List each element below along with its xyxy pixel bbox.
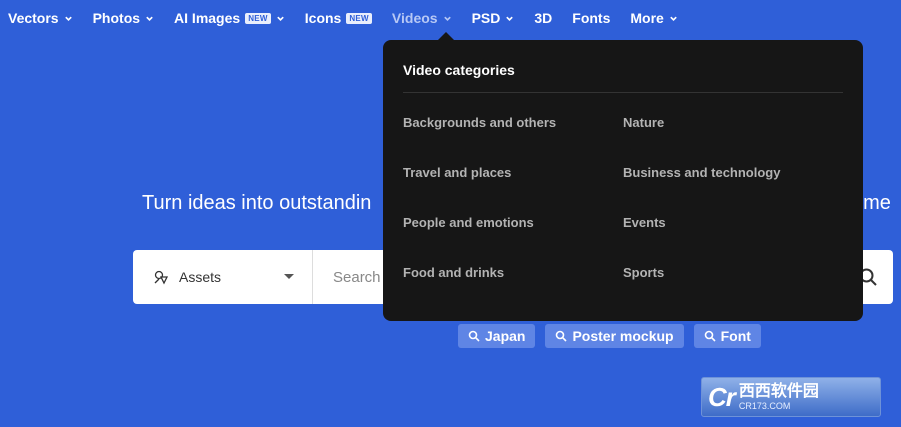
hero-title-left: Turn ideas into outstandin: [142, 192, 372, 214]
tag-japan[interactable]: Japan: [458, 324, 536, 348]
nav-item-label: Videos: [391, 10, 438, 26]
top-nav: Vectors Photos AI Images NEW Icons NEW V…: [0, 0, 901, 36]
watermark-mark: Cr: [708, 381, 736, 412]
chevron-down-icon: [276, 16, 284, 21]
watermark-brand: 西西软件园: [738, 382, 819, 400]
nav-item-fonts[interactable]: Fonts: [572, 10, 610, 26]
nav-item-label: 3D: [534, 10, 553, 26]
video-categories-dropdown: Video categories Backgrounds and others …: [383, 40, 863, 321]
asset-select-label: Assets: [179, 269, 222, 285]
divider: [403, 92, 843, 93]
category-link[interactable]: Backgrounds and others: [403, 115, 623, 165]
chevron-down-icon: [146, 16, 153, 21]
new-badge: NEW: [245, 12, 271, 24]
category-link[interactable]: Business and technology: [623, 165, 843, 215]
category-link[interactable]: Events: [623, 215, 843, 265]
search-icon: [468, 330, 480, 342]
nav-item-more[interactable]: More: [630, 10, 677, 26]
category-link[interactable]: Travel and places: [403, 165, 623, 215]
nav-item-photos[interactable]: Photos: [93, 10, 154, 26]
chevron-down-icon: [506, 16, 514, 21]
nav-item-icons[interactable]: Icons NEW: [305, 10, 372, 26]
search-icon: [556, 330, 568, 342]
nav-item-label: AI Images: [174, 10, 241, 26]
tag-label: Font: [720, 328, 751, 344]
dropdown-title: Video categories: [403, 62, 515, 78]
assets-icon: [154, 270, 169, 285]
nav-item-3d[interactable]: 3D: [534, 10, 552, 26]
tag-label: Poster mockup: [572, 328, 674, 344]
search-icon: [704, 330, 716, 342]
watermark-logo: Cr 西西软件园 CR173.COM: [701, 377, 881, 417]
tag-font[interactable]: Font: [693, 324, 761, 348]
category-link[interactable]: People and emotions: [403, 215, 623, 265]
nav-item-videos[interactable]: Videos: [392, 10, 452, 26]
nav-item-label: Icons: [304, 10, 342, 26]
nav-item-label: Vectors: [8, 10, 59, 26]
watermark-url: CR173.COM: [738, 400, 791, 411]
nav-item-label: PSD: [471, 10, 501, 26]
caret-down-icon: [284, 274, 294, 279]
tag-label: Japan: [485, 328, 526, 344]
watermark-text: 西西软件园 CR173.COM: [738, 382, 819, 411]
nav-item-label: Fonts: [572, 10, 611, 26]
nav-item-vectors[interactable]: Vectors: [8, 10, 73, 26]
category-link[interactable]: Sports: [623, 265, 843, 315]
category-link[interactable]: Nature: [623, 115, 843, 165]
chevron-down-icon: [443, 16, 451, 21]
nav-item-label: More: [630, 10, 664, 26]
chevron-down-icon: [64, 16, 72, 21]
category-grid: Backgrounds and others Nature Travel and…: [403, 115, 843, 315]
popular-tags: Japan Poster mockup Font: [458, 324, 761, 348]
asset-type-select[interactable]: Assets: [133, 250, 313, 304]
dropdown-caret: [438, 32, 454, 40]
new-badge: NEW: [346, 12, 372, 24]
chevron-down-icon: [670, 16, 677, 21]
nav-item-label: Photos: [92, 10, 141, 26]
nav-item-psd[interactable]: PSD: [472, 10, 515, 26]
nav-item-ai-images[interactable]: AI Images NEW: [174, 10, 285, 26]
tag-poster-mockup[interactable]: Poster mockup: [545, 324, 684, 348]
category-link[interactable]: Food and drinks: [403, 265, 623, 315]
